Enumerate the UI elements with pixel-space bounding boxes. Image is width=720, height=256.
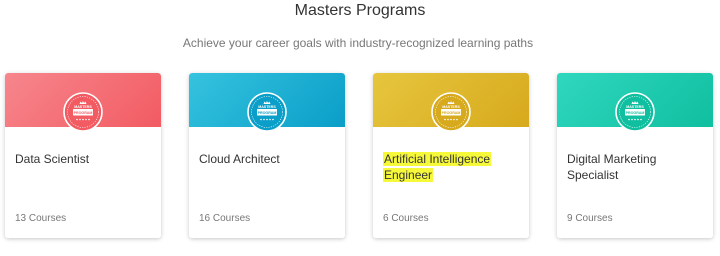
program-name: Cloud Architect [199, 152, 280, 166]
svg-text:MASTERS: MASTERS [258, 105, 276, 109]
program-card-digital-marketing[interactable]: MASTERS PROGRAM Digital Marketing Special… [557, 73, 713, 238]
course-count: 9 Courses [567, 213, 613, 224]
masters-programs-section: Masters Programs Achieve your career goa… [0, 0, 720, 256]
course-count: 13 Courses [15, 213, 67, 224]
masters-program-badge-icon: MASTERS PROGRAM [615, 92, 655, 132]
program-card-header: MASTERS PROGRAM [5, 73, 161, 132]
svg-text:MASTERS: MASTERS [626, 105, 644, 109]
svg-text:PROGRAM: PROGRAM [74, 111, 93, 115]
program-name: Artificial Intelligence Engineer [383, 152, 492, 182]
course-count: 16 Courses [199, 213, 251, 224]
program-card-cloud-architect[interactable]: MASTERS PROGRAM Cloud Architect 16 Course… [189, 73, 345, 238]
masters-program-badge-icon: MASTERS PROGRAM [247, 92, 287, 132]
svg-text:MASTERS: MASTERS [74, 105, 92, 109]
svg-text:PROGRAM: PROGRAM [258, 111, 277, 115]
program-card-header: MASTERS PROGRAM [557, 73, 713, 132]
program-name: Digital Marketing Specialist [567, 152, 657, 182]
program-card-ai-engineer[interactable]: MASTERS PROGRAM Artificial Intelligence E… [373, 73, 529, 238]
program-card-data-scientist[interactable]: MASTERS PROGRAM Data Scientist 13 Courses [5, 73, 161, 238]
program-card-header: MASTERS PROGRAM [189, 73, 345, 132]
section-title: Masters Programs [294, 2, 426, 19]
svg-text:MASTERS: MASTERS [442, 105, 460, 109]
svg-text:PROGRAM: PROGRAM [442, 111, 461, 115]
masters-program-badge-icon: MASTERS PROGRAM [63, 92, 103, 132]
program-card-header: MASTERS PROGRAM [373, 73, 529, 132]
svg-text:PROGRAM: PROGRAM [626, 111, 645, 115]
section-subtitle: Achieve your career goals with industry-… [182, 36, 534, 50]
masters-program-badge-icon: MASTERS PROGRAM [431, 92, 471, 132]
course-count: 6 Courses [383, 213, 429, 224]
program-name: Data Scientist [15, 152, 90, 166]
